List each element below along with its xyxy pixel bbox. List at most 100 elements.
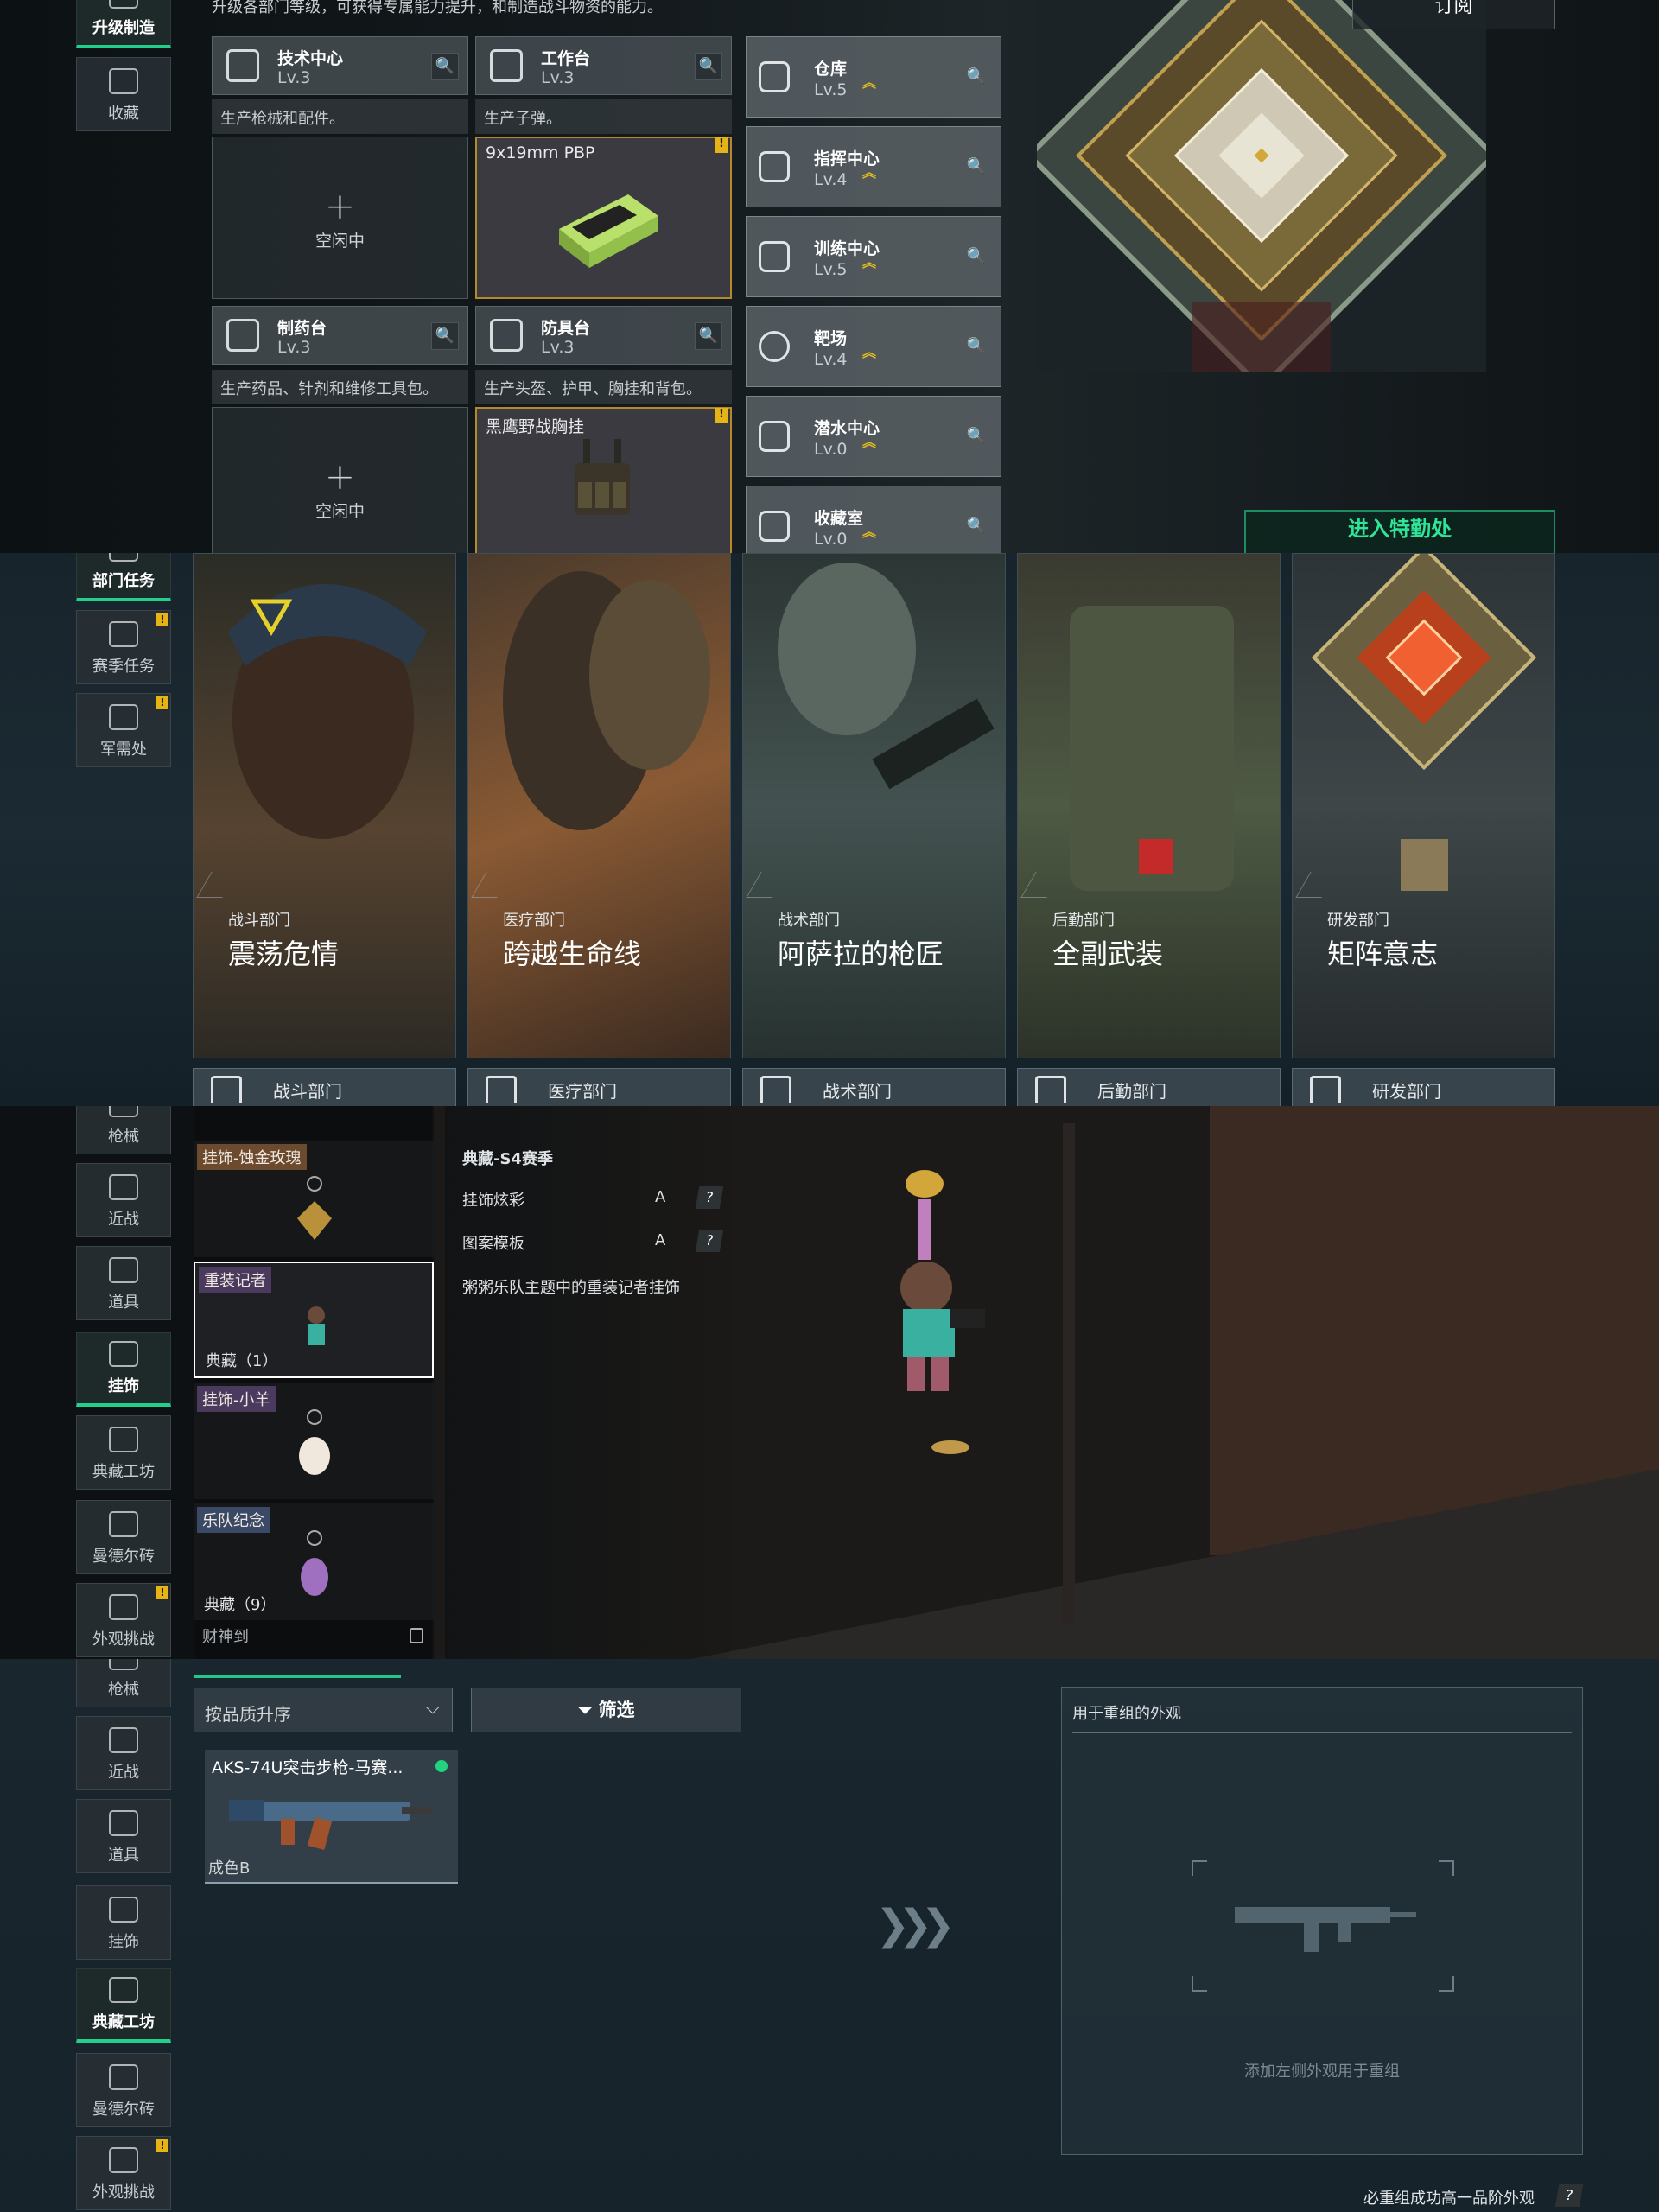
nav-charms[interactable]: 挂饰: [76, 1885, 171, 1960]
department-card-tactical[interactable]: 战术部门 阿萨拉的枪匠: [742, 553, 1006, 1058]
charm-item[interactable]: 挂饰-小羊: [194, 1382, 434, 1499]
upgrade-arrow-icon: ︽: [862, 74, 877, 91]
upgrade-icon: [109, 0, 138, 9]
lamb-charm-image: [299, 1409, 330, 1475]
matrix-cube-artwork: [1037, 0, 1486, 372]
diving-mask-icon: [759, 421, 790, 452]
department-card-medical[interactable]: 医疗部门 跨越生命线: [467, 553, 731, 1058]
charm-item-selected[interactable]: 重装记者 典藏（1）: [194, 1262, 434, 1378]
nav-guns[interactable]: 枪械: [76, 1659, 171, 1707]
facility-diving-center[interactable]: 潜水中心 Lv.0 ︽ 🔍: [746, 396, 1001, 477]
bench-slot-producing[interactable]: 黑鹰野战胸挂 !: [475, 407, 732, 553]
charm-item[interactable]: 乐队纪念 典藏（9）: [194, 1503, 434, 1620]
charm-collection-screen: 枪械 近战 道具 挂饰 典藏工坊 曼德尔砖 外观挑战! 挂饰-蚀金玫瑰 重装记者…: [0, 1106, 1659, 1659]
warning-badge: !: [715, 408, 728, 423]
nav-label: 典藏工坊: [92, 2013, 155, 2031]
bench-armor[interactable]: 防具台 Lv.3 🔍: [475, 306, 732, 365]
bench-slot-idle[interactable]: + 空闲中: [212, 407, 468, 553]
nav-label: 枪械: [108, 1681, 139, 1699]
filter-button[interactable]: ⏷ 筛选: [471, 1688, 741, 1732]
footer-label: 医疗部门: [548, 1081, 617, 1102]
help-button[interactable]: ?: [695, 1186, 724, 1209]
search-icon[interactable]: 🔍: [431, 53, 459, 80]
nav-collection-workshop[interactable]: 典藏工坊: [76, 1415, 171, 1490]
department-footer-medical[interactable]: 医疗部门: [467, 1068, 731, 1106]
search-icon[interactable]: 🔍: [963, 423, 990, 450]
department-name: 战术部门: [778, 912, 840, 930]
search-icon[interactable]: 🔍: [431, 322, 459, 350]
facility-collection-room[interactable]: 收藏室 Lv.0 ︽ 🔍: [746, 486, 1001, 553]
department-name: 研发部门: [1327, 912, 1389, 930]
nav-mandel-brick[interactable]: 曼德尔砖: [76, 1500, 171, 1574]
season-label: 典藏-S4赛季: [462, 1150, 553, 1168]
recompose-panel[interactable]: 用于重组的外观 添加左侧外观用于重组: [1061, 1687, 1583, 2155]
department-footer-logistics[interactable]: 后勤部门: [1017, 1068, 1281, 1106]
appearance-item-card[interactable]: AKS-74U突击步枪-马赛... 成色B: [205, 1750, 458, 1884]
department-card-logistics[interactable]: 后勤部门 全副武装: [1017, 553, 1281, 1058]
nav-appearance-challenge[interactable]: 外观挑战!: [76, 2136, 171, 2210]
search-icon[interactable]: 🔍: [963, 153, 990, 181]
upgrade-arrow-icon: ︽: [862, 164, 877, 181]
enter-special-ops-button[interactable]: 进入特勤处: [1244, 510, 1555, 553]
nav-label: 近战: [108, 1211, 139, 1229]
facility-shooting-range[interactable]: 靶场 Lv.4 ︽ 🔍: [746, 306, 1001, 387]
facility-training-center[interactable]: 训练中心 Lv.5 ︽ 🔍: [746, 216, 1001, 297]
nav-items[interactable]: 道具: [76, 1799, 171, 1873]
search-icon[interactable]: 🔍: [963, 63, 990, 91]
bench-slot-producing[interactable]: 9x19mm PBP !: [475, 137, 732, 299]
nav-items[interactable]: 道具: [76, 1246, 171, 1320]
recompose-slot[interactable]: [1192, 1860, 1454, 1992]
facility-level: Lv.0: [814, 440, 848, 459]
nav-melee[interactable]: 近战: [76, 1716, 171, 1790]
nav-season-tasks[interactable]: 赛季任务!: [76, 610, 171, 684]
search-icon[interactable]: 🔍: [963, 512, 990, 540]
nav-melee[interactable]: 近战: [76, 1163, 171, 1237]
nav-charms[interactable]: 挂饰: [76, 1332, 171, 1407]
charm-item[interactable]: 挂饰-蚀金玫瑰: [194, 1141, 434, 1257]
department-footer-rnd[interactable]: 研发部门: [1292, 1068, 1555, 1106]
department-name: 医疗部门: [503, 912, 565, 930]
nav-upgrade-manufacture[interactable]: 升级制造: [76, 0, 171, 48]
department-footer-tactical[interactable]: 战术部门: [742, 1068, 1006, 1106]
tab-inactive[interactable]: [406, 1659, 579, 1678]
nav-label: 赛季任务: [92, 658, 155, 676]
department-name: 战斗部门: [228, 912, 290, 930]
bench-tech-center[interactable]: 技术中心 Lv.3 🔍: [212, 36, 468, 95]
item-grade: 成色B: [208, 1859, 251, 1878]
department-footer-combat[interactable]: 战斗部门: [193, 1068, 456, 1106]
nav-appearance-challenge[interactable]: 外观挑战!: [76, 1583, 171, 1657]
facility-level: Lv.5: [814, 260, 848, 279]
medical-dept-icon: [486, 1076, 517, 1103]
search-icon[interactable]: 🔍: [963, 333, 990, 360]
help-button[interactable]: ?: [1554, 2184, 1584, 2207]
season-tasks-icon: [109, 621, 138, 647]
department-card-combat[interactable]: 战斗部门 震荡危情: [193, 553, 456, 1058]
footer-label: 战斗部门: [273, 1081, 342, 1102]
bench-slot-idle[interactable]: + 空闲中: [212, 137, 468, 299]
department-card-rnd[interactable]: 研发部门 矩阵意志: [1292, 553, 1555, 1058]
bench-title: 工作台: [541, 49, 591, 68]
subscribe-button[interactable]: 订阅: [1352, 0, 1555, 29]
microscope-icon: [226, 319, 259, 352]
medic-carry-image: [503, 571, 710, 830]
search-icon[interactable]: 🔍: [695, 53, 722, 80]
help-button[interactable]: ?: [695, 1230, 724, 1252]
nav-collection[interactable]: 收藏: [76, 57, 171, 131]
recompose-hint: 添加左侧外观用于重组: [1244, 2063, 1400, 2081]
nav-guns[interactable]: 枪械: [76, 1106, 171, 1154]
search-icon[interactable]: 🔍: [963, 243, 990, 270]
sort-dropdown[interactable]: 按品质升序 ⌵: [194, 1688, 453, 1732]
nav-mandel-brick[interactable]: 曼德尔砖: [76, 2053, 171, 2127]
facility-command-center[interactable]: 指挥中心 Lv.4 ︽ 🔍: [746, 126, 1001, 207]
nav-label: 收藏: [108, 105, 139, 123]
nav-collection-workshop[interactable]: 典藏工坊: [76, 1968, 171, 2043]
nav-quartermaster[interactable]: 军需处!: [76, 693, 171, 767]
facility-warehouse[interactable]: 仓库 Lv.5 ︽ 🔍: [746, 36, 1001, 118]
nav-department-tasks[interactable]: 部门任务: [76, 553, 171, 601]
intro-text: 升级各部门等级，可获得专属能力提升，和制造战斗物资的能力。: [212, 0, 663, 16]
bench-workbench[interactable]: 工作台 Lv.3 🔍: [475, 36, 732, 95]
search-icon[interactable]: 🔍: [695, 322, 722, 350]
bench-pharmacy[interactable]: 制药台 Lv.3 🔍: [212, 306, 468, 365]
tab-underline-active[interactable]: [194, 1659, 401, 1678]
detail-value: A: [655, 1188, 666, 1206]
